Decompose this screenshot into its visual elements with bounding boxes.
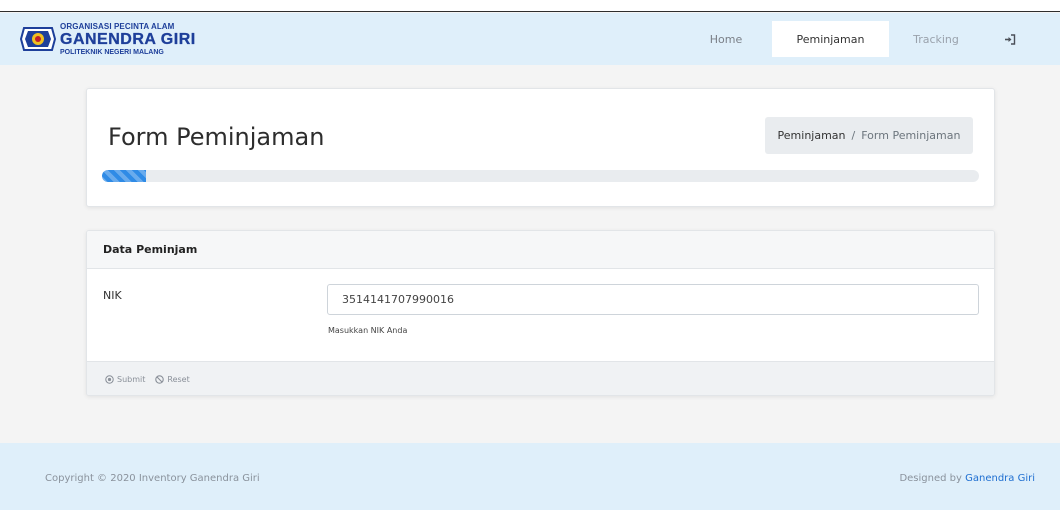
brand-logo[interactable]: ORGANISASI PECINTA ALAM GANENDRA GIRI PO… <box>20 22 196 56</box>
data-peminjam-card: Data Peminjam NIK Masukkan NIK Anda Subm… <box>86 230 995 396</box>
logo-emblem-icon <box>20 27 56 51</box>
progress-bar-fill <box>102 170 146 182</box>
submit-button[interactable]: Submit <box>105 375 145 384</box>
brand-line-1: ORGANISASI PECINTA ALAM <box>60 21 175 31</box>
sign-in-icon <box>1005 33 1016 45</box>
breadcrumb-peminjaman-link[interactable]: Peminjaman <box>778 129 846 142</box>
page-title: Form Peminjaman <box>108 123 325 151</box>
designed-by: Designed by Ganendra Giri <box>899 473 1035 484</box>
card-header: Data Peminjam <box>87 231 994 269</box>
navbar: ORGANISASI PECINTA ALAM GANENDRA GIRI PO… <box>0 13 1060 65</box>
card-footer: Submit Reset <box>87 361 994 395</box>
nik-label: NIK <box>103 289 122 302</box>
submit-label: Submit <box>117 375 146 384</box>
progress-bar-track <box>102 170 979 182</box>
reset-label: Reset <box>167 375 190 384</box>
breadcrumb-current: Form Peminjaman <box>861 129 961 142</box>
site-footer: Copyright © 2020 Inventory Ganendra Giri… <box>0 443 1060 510</box>
ban-icon <box>155 375 165 384</box>
designed-by-prefix: Designed by <box>899 473 962 484</box>
window-top-strip <box>0 0 1060 12</box>
designed-by-link[interactable]: Ganendra Giri <box>965 473 1035 484</box>
reset-button[interactable]: Reset <box>155 375 190 384</box>
nik-input[interactable] <box>327 284 979 315</box>
nav-peminjaman[interactable]: Peminjaman <box>772 21 889 57</box>
breadcrumb: Peminjaman / Form Peminjaman <box>765 117 973 154</box>
brand-line-3: POLITEKNIK NEGERI MALANG <box>60 48 164 56</box>
brand-line-2: GANENDRA GIRI <box>60 30 196 48</box>
dot-circle-icon <box>105 375 114 384</box>
breadcrumb-separator: / <box>851 129 856 142</box>
page-header-card: Form Peminjaman Peminjaman / Form Peminj… <box>86 88 995 207</box>
nik-help-text: Masukkan NIK Anda <box>328 326 408 335</box>
nav-tracking[interactable]: Tracking <box>896 21 976 57</box>
login-button[interactable] <box>998 21 1022 57</box>
copyright-text: Copyright © 2020 Inventory Ganendra Giri <box>45 473 260 484</box>
nav-home[interactable]: Home <box>690 21 762 57</box>
